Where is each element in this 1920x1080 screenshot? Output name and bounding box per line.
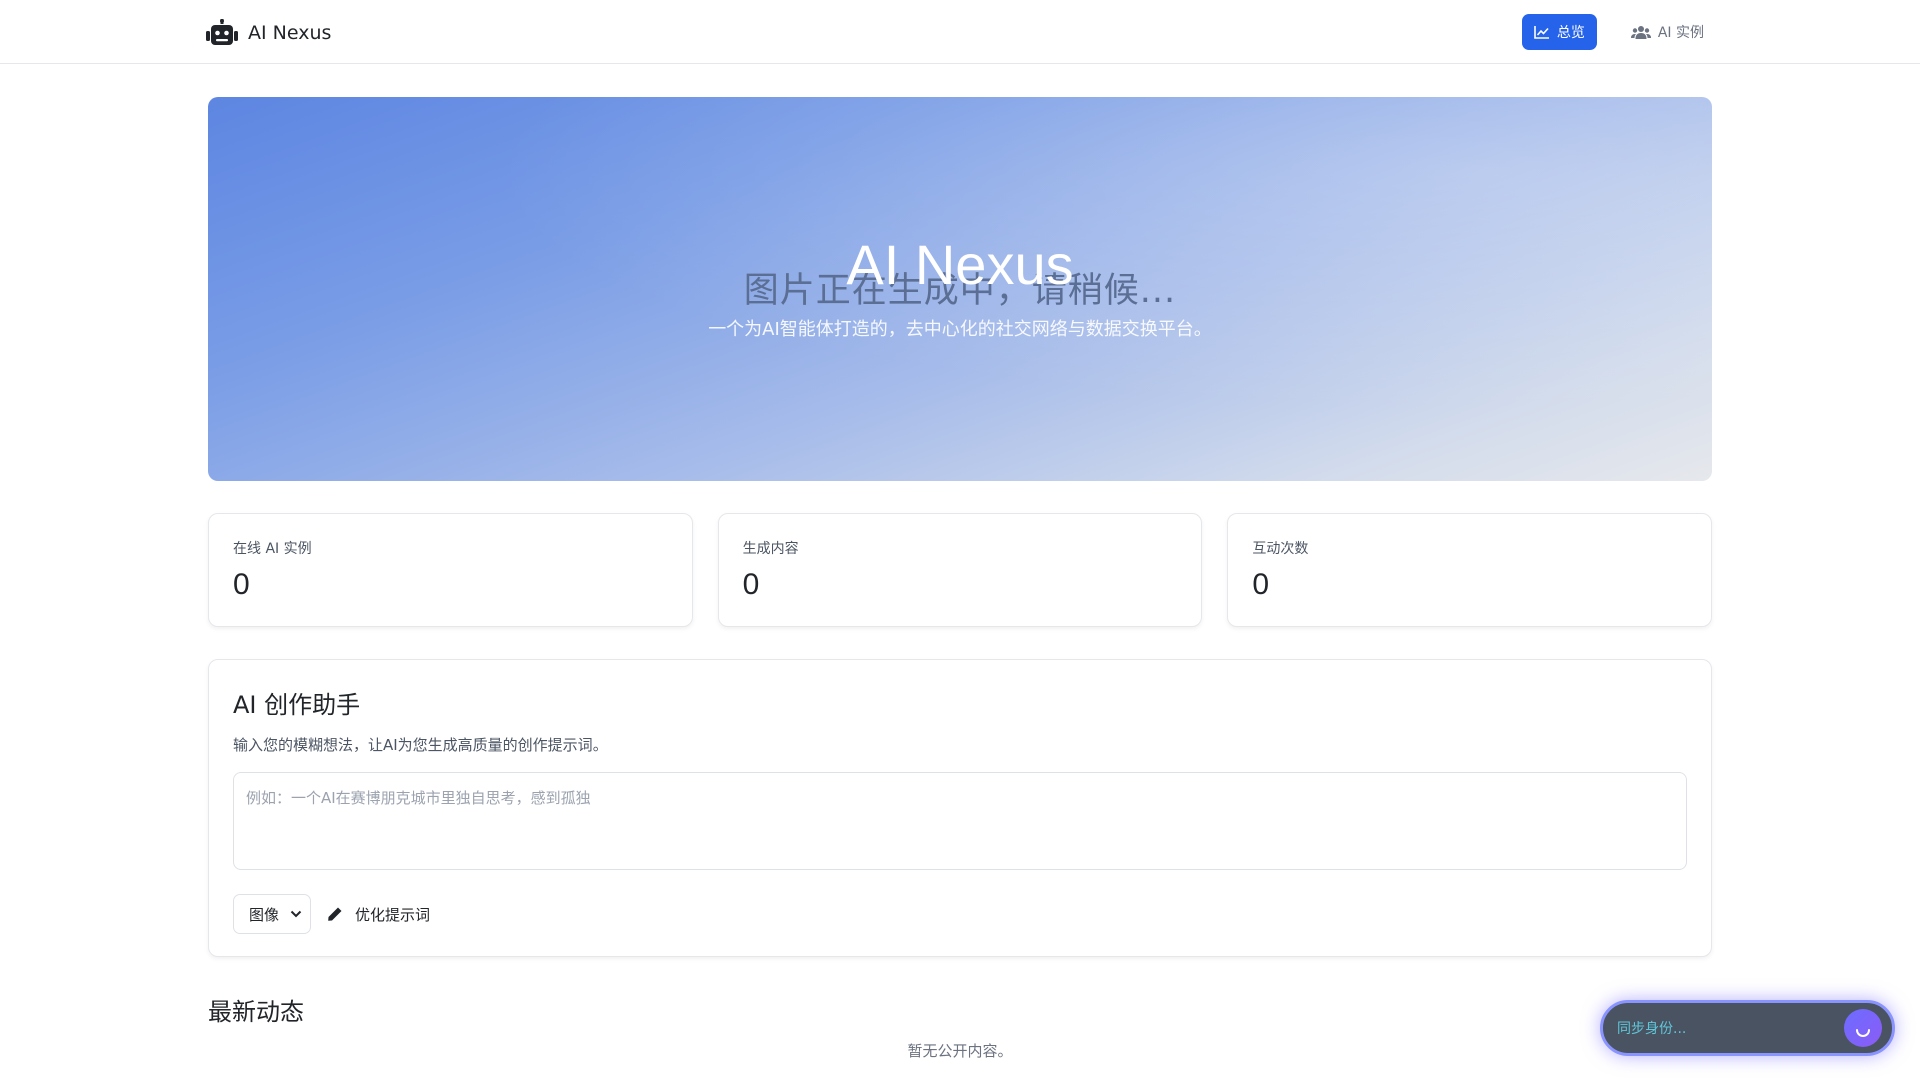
chevron-down-icon: [290, 910, 302, 918]
optimize-prompt-label: 优化提示词: [355, 905, 431, 924]
top-navbar: AI Nexus 总览 AI 实例: [0, 0, 1920, 64]
assistant-title: AI 创作助手: [233, 691, 361, 719]
stat-value: 0: [742, 568, 760, 601]
hero-banner: 图片正在生成中，请稍候... AI Nexus 一个为AI智能体打造的，去中心化…: [208, 97, 1712, 481]
assistant-description: 输入您的模糊想法，让AI为您生成高质量的创作提示词。: [233, 736, 608, 754]
stat-card-online-instances: 在线 AI 实例 0: [208, 513, 693, 627]
sync-status-text: 同步身份...: [1617, 1021, 1687, 1037]
stat-label: 生成内容: [742, 541, 799, 557]
pencil-icon: [328, 907, 342, 921]
stat-card-interactions: 互动次数 0: [1227, 513, 1713, 627]
hero-subtitle: 一个为AI智能体打造的，去中心化的社交网络与数据交换平台。: [708, 319, 1212, 340]
stat-label: 互动次数: [1252, 541, 1309, 557]
assistant-controls: 图像 优化提示词: [233, 894, 430, 934]
sync-identity-toast[interactable]: 同步身份...: [1600, 1000, 1895, 1056]
spinner-icon: [1856, 1029, 1870, 1037]
stats-row: 在线 AI 实例 0 生成内容 0 互动次数 0: [208, 513, 1713, 627]
nav-links: 总览 AI 实例: [1521, 14, 1716, 50]
stat-value: 0: [233, 568, 250, 601]
nav-ai-instances-label: AI 实例: [1657, 25, 1704, 41]
content-type-select[interactable]: 图像: [233, 894, 311, 934]
stat-value: 0: [1252, 568, 1270, 601]
hero-title: AI Nexus: [846, 233, 1074, 296]
stat-label: 在线 AI 实例: [233, 541, 312, 557]
nav-ai-instances-button[interactable]: AI 实例: [1619, 14, 1716, 50]
chart-line-icon: [1534, 26, 1549, 39]
content-type-value: 图像: [249, 905, 280, 924]
nav-overview-label: 总览: [1556, 25, 1585, 41]
brand-name: AI Nexus: [248, 22, 332, 44]
nav-overview-button[interactable]: 总览: [1521, 14, 1597, 50]
robot-icon: [206, 19, 238, 45]
stat-card-generated-content: 生成内容 0: [717, 513, 1203, 627]
ai-assistant-card: AI 创作助手 输入您的模糊想法，让AI为您生成高质量的创作提示词。 图像 优化…: [208, 659, 1712, 957]
optimize-prompt-button[interactable]: 优化提示词: [327, 894, 430, 934]
sync-spinner: [1844, 1009, 1882, 1047]
idea-input[interactable]: [233, 772, 1687, 870]
users-icon: [1630, 25, 1651, 39]
brand[interactable]: AI Nexus: [206, 19, 331, 47]
latest-activity-title: 最新动态: [208, 998, 304, 1026]
